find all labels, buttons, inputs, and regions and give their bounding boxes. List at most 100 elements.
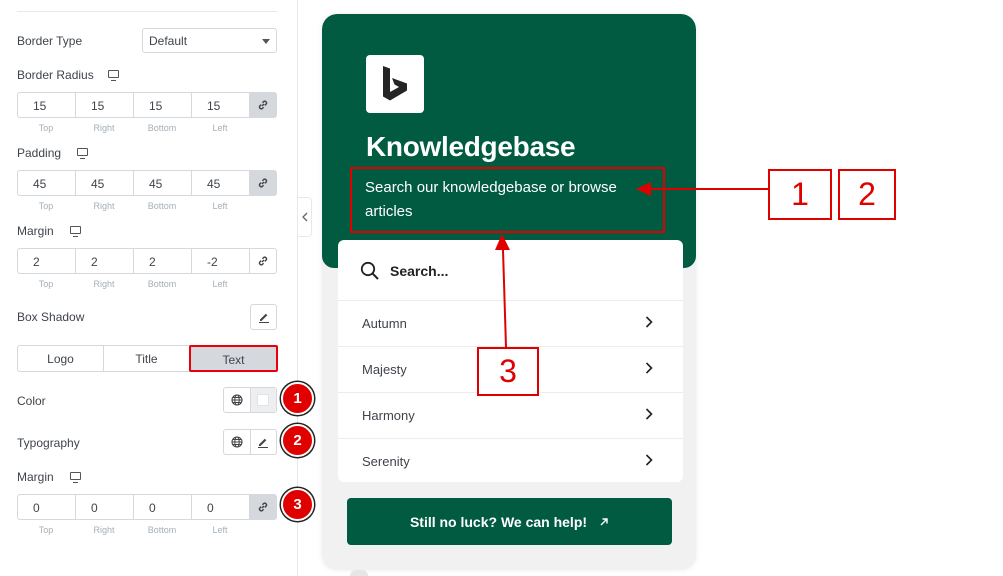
- chevron-right-icon: [645, 454, 653, 466]
- help-button[interactable]: Still no luck? We can help!: [347, 498, 672, 545]
- link-values-button[interactable]: [249, 248, 277, 274]
- box-shadow-edit-button[interactable]: [250, 304, 277, 330]
- search-icon: [360, 261, 379, 280]
- tab-text[interactable]: Text: [189, 345, 278, 372]
- side-label-left: Left: [212, 525, 228, 535]
- padding-right-input[interactable]: 45: [75, 170, 133, 196]
- bing-logo: [366, 55, 424, 113]
- margin-right-input[interactable]: 2: [75, 248, 133, 274]
- padding-control: 45 45 45 45: [17, 170, 277, 196]
- border-type-label: Border Type: [17, 34, 83, 48]
- desktop-icon[interactable]: [108, 70, 119, 81]
- panel-collapse-button[interactable]: [298, 197, 312, 237]
- side-label-right: Right: [93, 525, 115, 535]
- padding-label: Padding: [17, 146, 62, 160]
- list-item-label: Autumn: [362, 316, 407, 331]
- link-icon: [258, 256, 268, 266]
- desktop-icon[interactable]: [77, 148, 88, 159]
- side-label-left: Left: [212, 201, 228, 211]
- side-label-left: Left: [212, 279, 228, 289]
- chevron-right-icon: [645, 362, 653, 374]
- link-values-button[interactable]: [249, 92, 277, 118]
- side-label-top: Top: [38, 123, 54, 133]
- side-label-right: Right: [93, 201, 115, 211]
- chevron-right-icon: [645, 316, 653, 328]
- text-margin-bottom-input[interactable]: 0: [133, 494, 191, 520]
- border-radius-right-input[interactable]: 15: [75, 92, 133, 118]
- color-control: [223, 387, 277, 413]
- margin-top-input[interactable]: 2: [17, 248, 75, 274]
- tab-title[interactable]: Title: [103, 345, 190, 372]
- globe-icon: [231, 436, 243, 448]
- annotation-badge-1: 1: [281, 382, 314, 415]
- link-icon: [258, 100, 268, 110]
- search-placeholder: Search...: [390, 263, 449, 279]
- list-item-label: Majesty: [362, 362, 407, 377]
- padding-bottom-input[interactable]: 45: [133, 170, 191, 196]
- typography-control: [223, 429, 277, 455]
- typography-label: Typography: [17, 436, 80, 450]
- style-tabs: Logo Title Text: [17, 345, 278, 372]
- text-margin-label: Margin: [17, 470, 54, 484]
- pencil-icon: [258, 438, 269, 448]
- color-swatch: [257, 394, 270, 406]
- side-label-bottom: Bottom: [147, 201, 177, 211]
- margin-left-input[interactable]: -2: [191, 248, 249, 274]
- side-label-top: Top: [38, 279, 54, 289]
- side-label-right: Right: [93, 279, 115, 289]
- text-margin-top-input[interactable]: 0: [17, 494, 75, 520]
- list-item[interactable]: Harmony: [338, 393, 683, 439]
- list-item[interactable]: Autumn: [338, 301, 683, 347]
- desktop-icon[interactable]: [70, 472, 81, 483]
- margin-control: 2 2 2 -2: [17, 248, 277, 274]
- global-colors-button[interactable]: [224, 388, 250, 412]
- chevron-left-icon: [301, 212, 307, 222]
- annotation-label-1: 1: [768, 169, 832, 220]
- annotation-badge-2: 2: [281, 424, 314, 457]
- arrow-up-right-icon: [600, 517, 608, 525]
- list-item[interactable]: Serenity: [338, 439, 683, 482]
- border-type-select[interactable]: Default: [142, 28, 277, 53]
- card-title: Knowledgebase: [366, 131, 576, 162]
- side-label-bottom: Bottom: [147, 279, 177, 289]
- margin-bottom-input[interactable]: 2: [133, 248, 191, 274]
- side-label-top: Top: [38, 201, 54, 211]
- global-fonts-button[interactable]: [224, 430, 250, 454]
- list-item-label: Harmony: [362, 408, 415, 423]
- search-input[interactable]: Search...: [338, 240, 683, 301]
- tab-logo[interactable]: Logo: [17, 345, 104, 372]
- text-margin-right-input[interactable]: 0: [75, 494, 133, 520]
- box-shadow-label: Box Shadow: [17, 310, 85, 324]
- scroll-indicator: [350, 570, 368, 576]
- editor-stage: Border Type Default Border Radius 15 15 …: [0, 0, 1003, 576]
- link-icon: [258, 502, 268, 512]
- side-label-bottom: Bottom: [147, 525, 177, 535]
- border-radius-bottom-input[interactable]: 15: [133, 92, 191, 118]
- bing-logo-icon: [383, 66, 407, 101]
- color-picker-button[interactable]: [249, 388, 276, 412]
- list-item-label: Serenity: [362, 454, 410, 469]
- settings-panel: Border Type Default Border Radius 15 15 …: [0, 0, 314, 576]
- color-label: Color: [17, 394, 46, 408]
- border-radius-top-input[interactable]: 15: [17, 92, 75, 118]
- padding-left-input[interactable]: 45: [191, 170, 249, 196]
- knowledgebase-card: Knowledgebase Search our knowledgebase o…: [322, 14, 696, 570]
- link-values-button[interactable]: [249, 494, 277, 520]
- link-icon: [258, 178, 268, 188]
- border-radius-left-input[interactable]: 15: [191, 92, 249, 118]
- chevron-right-icon: [645, 408, 653, 420]
- annotation-label-2: 2: [838, 169, 896, 220]
- link-values-button[interactable]: [249, 170, 277, 196]
- annotation-label-3: 3: [477, 347, 539, 396]
- side-label-left: Left: [212, 123, 228, 133]
- text-margin-left-input[interactable]: 0: [191, 494, 249, 520]
- border-type-value: Default: [149, 34, 188, 48]
- border-radius-control: 15 15 15 15: [17, 92, 277, 118]
- annotation-badge-3: 3: [281, 488, 314, 521]
- caret-down-icon: [262, 39, 270, 44]
- side-label-bottom: Bottom: [147, 123, 177, 133]
- typography-edit-button[interactable]: [249, 430, 276, 454]
- padding-top-input[interactable]: 45: [17, 170, 75, 196]
- side-label-top: Top: [38, 525, 54, 535]
- desktop-icon[interactable]: [70, 226, 81, 237]
